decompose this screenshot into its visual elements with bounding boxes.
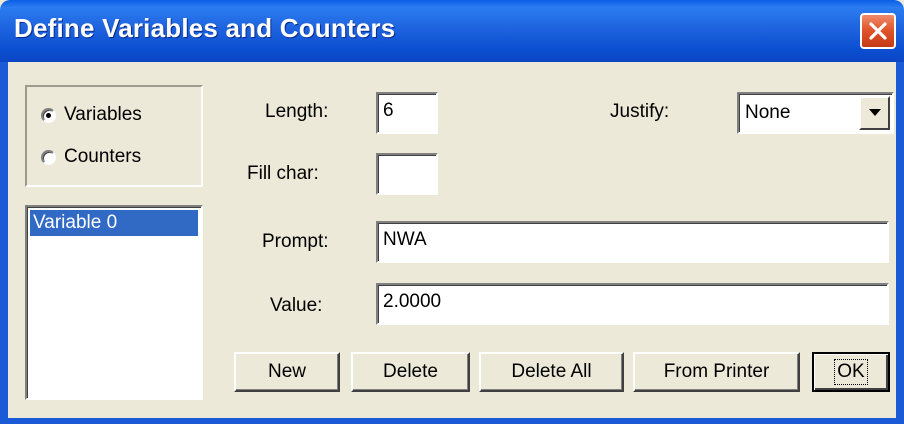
length-input[interactable]: 6 [376,92,438,134]
length-label: Length: [265,101,329,122]
close-button[interactable] [860,13,896,49]
delete-all-button[interactable]: Delete All [479,352,624,392]
fill-char-input[interactable] [376,153,438,195]
fill-char-label: Fill char: [247,163,319,184]
radio-counters-label: Counters [64,146,142,167]
new-button[interactable]: New [234,352,340,392]
title-bar[interactable]: Define Variables and Counters [0,0,904,62]
delete-button[interactable]: Delete [351,352,470,392]
ok-button[interactable]: OK [812,352,890,392]
chevron-down-icon [869,109,881,116]
radio-counters[interactable]: Counters [41,146,141,168]
value-input[interactable]: 2.0000 [376,283,889,325]
radio-counters-dot[interactable] [41,149,56,165]
ok-button-label: OK [834,359,868,385]
justify-label: Justify: [610,101,670,122]
value-label: Value: [270,295,323,316]
radio-variables[interactable]: Variables [41,104,142,126]
prompt-input[interactable]: NWA [376,221,889,263]
from-printer-button[interactable]: From Printer [633,352,800,392]
window-frame-left [0,62,8,424]
close-icon [869,22,887,40]
list-item-variable-0[interactable]: Variable 0 [30,210,198,236]
window-frame-right [896,62,904,424]
dialog-title: Define Variables and Counters [14,13,396,43]
mode-group: Variables Counters [25,85,203,187]
justify-select-value: None [745,102,791,123]
justify-dropdown-button[interactable] [859,96,890,130]
prompt-label: Prompt: [262,231,329,252]
radio-variables-dot[interactable] [41,107,56,123]
variables-list[interactable]: Variable 0 [25,205,203,400]
justify-select[interactable]: None [737,92,894,134]
window-frame-bottom [0,418,904,424]
radio-variables-label: Variables [64,104,142,125]
define-variables-dialog: Define Variables and Counters Variables … [0,0,904,424]
